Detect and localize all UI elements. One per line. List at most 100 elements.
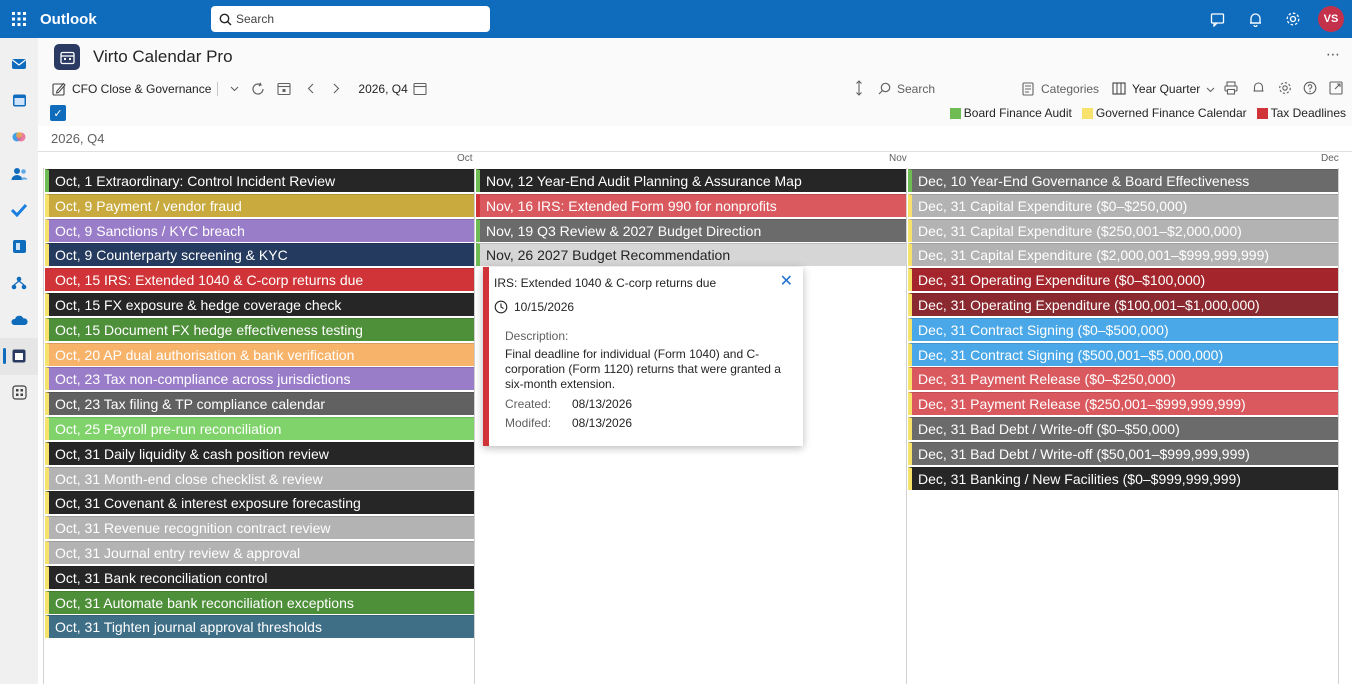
calendar-event[interactable]: Dec, 31 Bad Debt / Write-off ($0–$50,000… <box>908 417 1338 440</box>
calendar-event[interactable]: Oct, 31 Tighten journal approval thresho… <box>45 615 474 639</box>
gear-icon[interactable] <box>1274 0 1312 38</box>
calendar-event[interactable]: Oct, 15 Document FX hedge effectiveness … <box>45 317 474 341</box>
app-header: Virto Calendar Pro ⋯ <box>38 38 1352 76</box>
view-label: Year Quarter <box>1132 81 1201 96</box>
legend-label: Board Finance Audit <box>963 106 1072 120</box>
bookings-icon[interactable] <box>0 229 38 266</box>
legend-label: Governed Finance Calendar <box>1095 106 1247 120</box>
calendar-event[interactable]: Oct, 31 Daily liquidity & cash position … <box>45 441 474 465</box>
calendar-search-input[interactable]: Search <box>878 76 935 101</box>
month-label: Nov <box>889 153 907 164</box>
event-title: Payroll pre-run reconciliation <box>104 421 282 437</box>
calendar-event[interactable]: Oct, 9 Payment / vendor fraud <box>45 193 474 217</box>
calendar-event[interactable]: Oct, 31 Bank reconciliation control <box>45 565 474 589</box>
event-title: Payment Release ($0–$250,000) <box>970 371 1176 388</box>
calendar-event[interactable]: Dec, 31 Capital Expenditure ($0–$250,000… <box>908 193 1338 217</box>
select-all-checkbox[interactable]: ✓ <box>50 105 66 121</box>
calendar-event[interactable]: Dec, 31 Banking / New Facilities ($0–$99… <box>908 466 1338 490</box>
legend-item[interactable]: Tax Deadlines <box>1256 106 1346 120</box>
categories-button[interactable]: Categories <box>1021 76 1099 101</box>
event-date: Oct, 31 <box>55 545 101 561</box>
calendar-event[interactable]: Oct, 9 Counterparty screening & KYC <box>45 243 474 267</box>
calendar-event[interactable]: Nov, 19 Q3 Review & 2027 Budget Directio… <box>476 218 906 242</box>
more-options-icon[interactable]: ⋯ <box>1326 46 1340 63</box>
refresh-icon[interactable] <box>248 79 268 99</box>
calendar-event[interactable]: Oct, 31 Automate bank reconciliation exc… <box>45 590 474 614</box>
bell-icon[interactable] <box>1236 0 1274 38</box>
gear-icon[interactable] <box>1275 78 1295 98</box>
chevron-left-icon[interactable] <box>300 79 320 99</box>
calendar-event[interactable]: Nov, 26 2027 Budget Recommendation <box>476 243 906 267</box>
calendar-event[interactable]: Dec, 31 Contract Signing ($0–$500,000) <box>908 317 1338 341</box>
calendar-event[interactable]: Nov, 16 IRS: Extended Form 990 for nonpr… <box>476 193 906 217</box>
event-title: Bad Debt / Write-off ($0–$50,000) <box>970 421 1180 437</box>
calendar-event[interactable]: Oct, 25 Payroll pre-run reconciliation <box>45 417 474 440</box>
today-icon[interactable] <box>274 79 294 99</box>
calendar-event[interactable]: Oct, 1 Extraordinary: Control Incident R… <box>45 169 474 192</box>
search-icon <box>219 13 232 25</box>
event-date: Oct, 9 <box>55 222 93 239</box>
calendar-event[interactable]: Oct, 20 AP dual authorisation & bank ver… <box>45 342 474 366</box>
calendar-event[interactable]: Oct, 31 Month-end close checklist & revi… <box>45 466 474 490</box>
calendar-event[interactable]: Dec, 31 Payment Release ($0–$250,000) <box>908 367 1338 391</box>
chevron-right-icon[interactable] <box>326 79 346 99</box>
period-label[interactable]: 2026, Q4 <box>358 82 407 96</box>
event-title: Capital Expenditure ($250,001–$2,000,000… <box>970 222 1242 239</box>
calendar-event[interactable]: Nov, 12 Year-End Audit Planning & Assura… <box>476 169 906 192</box>
view-selector[interactable]: Year Quarter <box>1112 76 1215 101</box>
calendar-event[interactable]: Oct, 31 Journal entry review & approval <box>45 541 474 564</box>
print-icon[interactable] <box>1221 78 1241 98</box>
people-icon[interactable] <box>0 156 38 193</box>
event-title: Payment Release ($250,001–$999,999,999) <box>970 396 1246 413</box>
calendar-event[interactable]: Oct, 31 Revenue recognition contract rev… <box>45 516 474 540</box>
bell-icon[interactable] <box>1248 78 1268 98</box>
row-height-icon[interactable] <box>849 78 869 98</box>
date-picker-icon[interactable] <box>410 79 430 99</box>
calendar-event[interactable]: Dec, 31 Bad Debt / Write-off ($50,001–$9… <box>908 441 1338 465</box>
popout-icon[interactable] <box>1326 78 1346 98</box>
event-title: Contract Signing ($0–$500,000) <box>970 321 1169 338</box>
more-apps-icon[interactable] <box>0 375 38 412</box>
calendar-event[interactable]: Dec, 31 Capital Expenditure ($250,001–$2… <box>908 218 1338 242</box>
global-search-input[interactable]: Search <box>211 6 490 32</box>
todo-icon[interactable] <box>0 192 38 229</box>
event-title: Bank reconciliation control <box>104 569 268 586</box>
legend-item[interactable]: Board Finance Audit <box>949 106 1072 120</box>
calendar-search-placeholder: Search <box>897 81 936 96</box>
copilot-icon[interactable] <box>0 119 38 156</box>
calendar-event[interactable]: Oct, 23 Tax filing & TP compliance calen… <box>45 392 474 416</box>
calendar-event[interactable]: Oct, 23 Tax non-compliance across jurisd… <box>45 367 474 391</box>
event-date: Oct, 31 <box>55 470 101 487</box>
virto-calendar-app-icon[interactable] <box>0 338 38 375</box>
feedback-icon[interactable] <box>1198 0 1236 38</box>
calendar-event[interactable]: Dec, 31 Capital Expenditure ($2,000,001–… <box>908 243 1338 267</box>
help-icon[interactable] <box>1300 78 1320 98</box>
mail-icon[interactable] <box>0 46 38 83</box>
calendar-icon[interactable] <box>0 83 38 120</box>
legend-item[interactable]: Governed Finance Calendar <box>1081 106 1247 120</box>
calendar-event[interactable]: Oct, 15 IRS: Extended 1040 & C-corp retu… <box>45 268 474 292</box>
app-launcher-icon[interactable] <box>0 0 38 38</box>
calendar-event[interactable]: Dec, 31 Payment Release ($250,001–$999,9… <box>908 392 1338 416</box>
onedrive-icon[interactable] <box>0 302 38 339</box>
calendar-event[interactable]: Dec, 31 Contract Signing ($500,001–$5,00… <box>908 342 1338 366</box>
avatar[interactable]: VS <box>1318 6 1344 32</box>
close-icon[interactable]: ✕ <box>780 274 793 290</box>
chevron-down-icon <box>1206 82 1215 96</box>
calendar-event[interactable]: Dec, 10 Year-End Governance & Board Effe… <box>908 169 1338 192</box>
event-date: Oct, 15 <box>55 321 101 338</box>
calendar-selector[interactable]: CFO Close & Governance <box>52 76 211 101</box>
event-title: Journal entry review & approval <box>104 545 301 561</box>
event-date: Oct, 23 <box>55 396 101 413</box>
event-title: FX exposure & hedge coverage check <box>104 297 342 313</box>
calendar-event[interactable]: Oct, 15 FX exposure & hedge coverage che… <box>45 293 474 316</box>
virto-calendar-app: Virto Calendar Pro ⋯ CFO Close & Governa… <box>38 38 1352 684</box>
calendar-event[interactable]: Dec, 31 Operating Expenditure ($100,001–… <box>908 293 1338 316</box>
app-rail <box>0 38 38 684</box>
chevron-down-icon[interactable] <box>224 79 244 99</box>
calendar-event[interactable]: Oct, 9 Sanctions / KYC breach <box>45 218 474 242</box>
org-explorer-icon[interactable] <box>0 265 38 302</box>
calendar-event[interactable]: Oct, 31 Covenant & interest exposure for… <box>45 491 474 515</box>
calendar-event[interactable]: Dec, 31 Operating Expenditure ($0–$100,0… <box>908 268 1338 292</box>
outlook-brand[interactable]: Outlook <box>40 11 97 28</box>
